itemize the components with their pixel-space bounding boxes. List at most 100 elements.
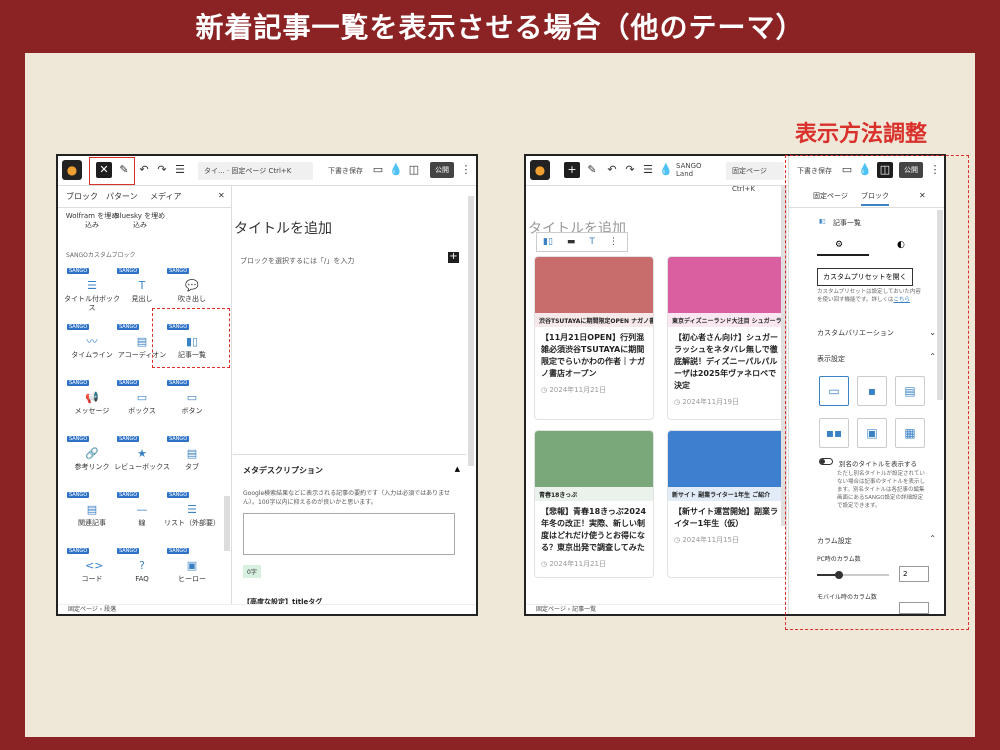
meta-box: メタデスクリプション ▲ Google検索結果などに表示される記事の要約です（入…: [233, 454, 466, 606]
more-icon[interactable]: ⋮: [458, 162, 474, 178]
block-inserter: ブロック パターン メディア ✕ Wolfram を埋め込み Bluesky を…: [58, 186, 232, 604]
block-timeline[interactable]: 〰タイムライン: [64, 336, 120, 360]
button-icon: ▭: [186, 391, 198, 404]
sango-badge: SANGO: [167, 380, 190, 386]
section-title: SANGOカスタムブロック: [66, 252, 136, 259]
sango-badge: SANGO: [167, 492, 190, 498]
block-reference-link[interactable]: 🔗 参考リンク: [64, 448, 120, 472]
block-code[interactable]: <> コード: [64, 560, 120, 584]
line-icon: —: [136, 503, 148, 516]
post-date-value: 2024年11月21日: [549, 560, 606, 568]
block-label: タブ: [185, 463, 199, 471]
block-label: ボタン: [181, 407, 203, 415]
add-block-button[interactable]: +: [564, 162, 580, 178]
block-faq[interactable]: ? FAQ: [114, 560, 170, 584]
meta-textarea[interactable]: [243, 513, 455, 555]
post-thumbnail[interactable]: 東京ディズニーランド大注目 シュガーラッシュ: [668, 257, 786, 327]
block-speech-bubble[interactable]: 💬 吹き出し: [164, 280, 220, 304]
thumbnail-banner: 新サイト 副業ライター1年生 ご紹介: [668, 487, 786, 501]
sango-badge: SANGO: [117, 548, 140, 554]
timeline-icon: 〰: [86, 335, 98, 348]
drop-icon[interactable]: 💧: [658, 162, 674, 178]
block-line[interactable]: — 線: [114, 504, 170, 528]
post-date-value: 2024年11月15日: [682, 536, 739, 544]
post-thumbnail[interactable]: 新サイト 副業ライター1年生 ご紹介: [668, 431, 786, 501]
page-title: 新着記事一覧を表示させる場合（他のテーマ）: [195, 11, 805, 44]
scrollbar[interactable]: [468, 196, 474, 466]
block-label: ヒーロー: [178, 575, 206, 583]
close-icon[interactable]: ✕: [218, 191, 225, 200]
post-card[interactable]: 青春18きっぷ 【悲報】青春18きっぷ2024年冬の改正！実際、新しい制度はどれだ…: [534, 430, 654, 578]
accordion-icon: ▤: [136, 335, 148, 348]
sidebar-toggle-icon[interactable]: ◫: [406, 162, 422, 178]
sango-badge: SANGO: [167, 548, 190, 554]
post-title[interactable]: 【初心者さん向け】シュガーラッシュをネタバレ無しで徹底解説！ディズニーパルパルー…: [668, 327, 786, 397]
publish-button[interactable]: 公開: [430, 162, 454, 178]
block-icon[interactable]: ▮▯: [543, 237, 553, 247]
editor-hint[interactable]: ブロックを選択するには「/」を入力: [240, 256, 354, 266]
block-review-box[interactable]: ★ レビューボックス: [114, 448, 170, 472]
post-title[interactable]: 【悲報】青春18きっぷ2024年冬の改正！実際、新しい制度はどれだけ使うとお得に…: [535, 501, 653, 559]
preview-icon[interactable]: ▭: [370, 162, 386, 178]
block-hero[interactable]: ▣ ヒーロー: [164, 560, 220, 584]
post-thumbnail[interactable]: 青春18きっぷ: [535, 431, 653, 501]
add-block-icon[interactable]: +: [448, 252, 459, 263]
post-date: ◷ 2024年11月21日: [535, 385, 653, 399]
redo-icon[interactable]: ↷: [154, 162, 170, 178]
reference-link-icon: 🔗: [85, 447, 99, 460]
faq-icon: ?: [139, 559, 145, 572]
sango-logo-icon: ●: [62, 160, 82, 180]
block-label: タイトル付ボックス: [64, 295, 120, 312]
post-card[interactable]: 新サイト 副業ライター1年生 ご紹介 【新サイト運営開始】副業ライター1年生（仮）…: [667, 430, 787, 578]
undo-icon[interactable]: ↶: [136, 162, 152, 178]
scrollbar[interactable]: [224, 496, 230, 551]
sango-logo-icon: ●: [530, 160, 550, 180]
block-heading[interactable]: T 見出し: [114, 280, 170, 304]
draft-button[interactable]: 下書き保存: [328, 166, 363, 176]
block-button[interactable]: ▭ ボタン: [164, 392, 220, 416]
highlight-box: [785, 155, 969, 630]
list-view-icon[interactable]: ☰: [640, 162, 656, 178]
block-list[interactable]: ☰ リスト（外部要）: [164, 504, 220, 528]
sango-badge: SANGO: [117, 436, 140, 442]
block-related-posts[interactable]: ▤ 関連記事: [64, 504, 120, 528]
tab-patterns[interactable]: パターン: [106, 191, 138, 202]
block-bluesky[interactable]: Bluesky を埋め込み: [112, 212, 168, 230]
block-box[interactable]: ▭ ボックス: [114, 392, 170, 416]
sango-badge: SANGO: [167, 436, 190, 442]
undo-icon[interactable]: ↶: [604, 162, 620, 178]
drop-icon[interactable]: 💧: [388, 162, 404, 178]
block-label: 見出し: [131, 295, 153, 303]
block-titled-box[interactable]: ☰ タイトル付ボックス: [64, 280, 120, 313]
breadcrumb: 固定ページ › 段落: [58, 604, 476, 614]
chevron-up-icon[interactable]: ▲: [455, 465, 460, 473]
sango-badge: SANGO: [67, 268, 90, 274]
pen-icon[interactable]: ✎: [584, 162, 600, 178]
document-bar[interactable]: 固定ページ Ctrl+K: [726, 162, 784, 193]
text-icon[interactable]: T: [589, 237, 595, 247]
tab-blocks[interactable]: ブロック: [66, 191, 98, 202]
message-icon: 📢: [85, 391, 99, 404]
post-thumbnail[interactable]: 渋谷TSUTAYAに期間限定OPEN ナガノ書店: [535, 257, 653, 327]
block-message[interactable]: 📢 メッセージ: [64, 392, 120, 416]
tab-media[interactable]: メディア: [150, 191, 181, 202]
redo-icon[interactable]: ↷: [622, 162, 638, 178]
block-tab[interactable]: ▤ タブ: [164, 448, 220, 472]
callout-label: 表示方法調整: [795, 122, 928, 147]
sango-badge: SANGO: [117, 324, 140, 330]
editor-title[interactable]: タイトルを追加: [234, 218, 332, 238]
block-label: リスト（外部要）: [164, 519, 220, 527]
block-toolbar: ▮▯ ▬ T ⋮: [536, 232, 628, 252]
post-title[interactable]: 【新サイト運営開始】副業ライター1年生（仮）: [668, 501, 786, 535]
block-label: FAQ: [135, 575, 149, 583]
block-label: レビューボックス: [114, 463, 170, 471]
sango-badge: SANGO: [117, 380, 140, 386]
more-icon[interactable]: ⋮: [609, 237, 618, 247]
list-view-icon[interactable]: ☰: [172, 162, 188, 178]
post-card[interactable]: 東京ディズニーランド大注目 シュガーラッシュ【初心者さん向け】シュガーラッシュを…: [667, 256, 787, 420]
post-title[interactable]: 【11月21日OPEN】行列混雑必須渋谷TSUTAYAに期間限定でらいかわの作者…: [535, 327, 653, 385]
left-screenshot: ● ✕ ✎ ↶ ↷ ☰ タイ... · 固定ページ Ctrl+K 下書き保存 ▭…: [56, 154, 478, 616]
post-card[interactable]: 渋谷TSUTAYAに期間限定OPEN ナガノ書店 【11月21日OPEN】行列混雑…: [534, 256, 654, 420]
document-bar[interactable]: タイ... · 固定ページ Ctrl+K: [198, 162, 313, 180]
align-icon[interactable]: ▬: [567, 237, 576, 247]
